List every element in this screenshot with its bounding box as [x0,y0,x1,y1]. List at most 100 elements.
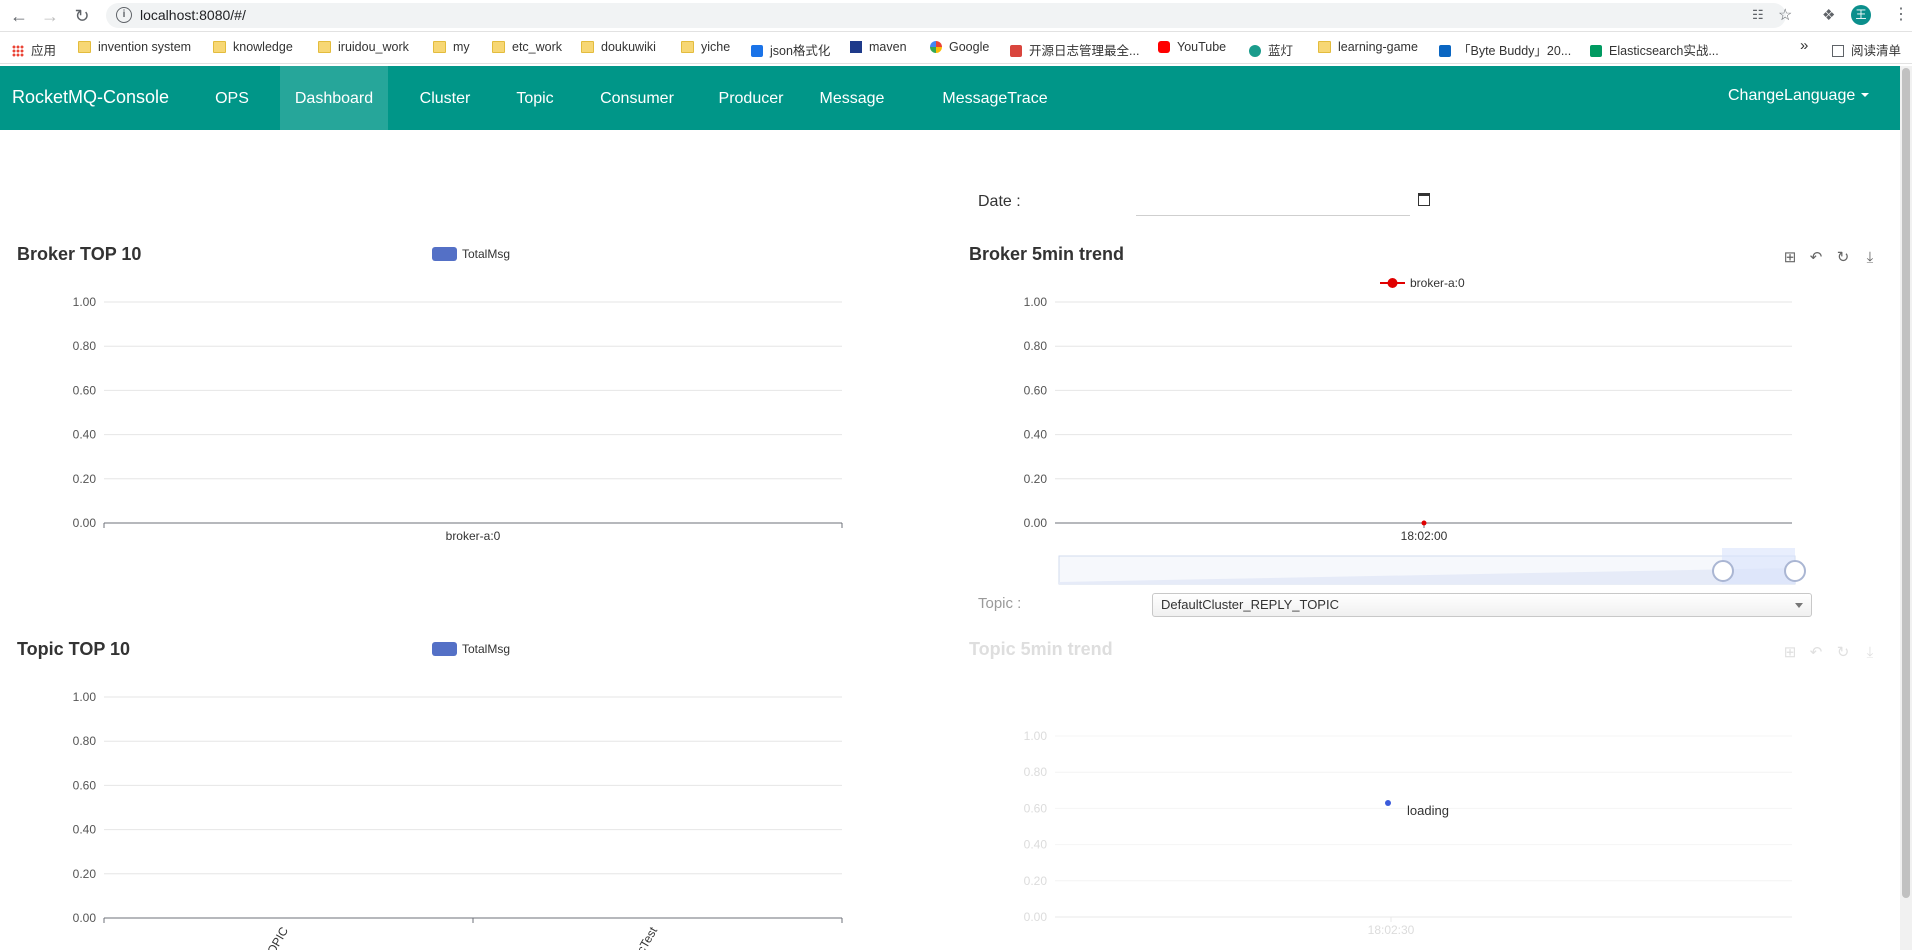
bookmark-item[interactable]: Google [930,40,989,54]
reload-icon[interactable]: ↻ [71,5,93,27]
x-tick-label: 18:02:00 [1401,529,1448,543]
bookmark-label: invention system [98,40,192,54]
y-tick-label: 0.60 [73,383,97,397]
y-tick-label: 1.00 [73,690,97,704]
legend-label: broker-a:0 [1410,276,1465,290]
sf-icon [1590,45,1602,57]
bookmark-item[interactable]: etc_work [492,40,562,54]
y-tick-label: 1.00 [73,295,97,309]
bookmark-item[interactable]: iruidou_work [318,40,409,54]
bookmark-item[interactable]: doukuwiki [581,40,656,54]
folder-icon [1318,41,1331,53]
y-tick-label: 0.80 [73,339,97,353]
y-tick-label: 0.60 [1024,801,1048,815]
bookmark-item[interactable]: maven [850,40,907,54]
scrollbar-thumb[interactable] [1902,68,1910,898]
bookmark-label: 开源日志管理最全... [1029,44,1140,58]
url-text[interactable]: localhost:8080/#/ [140,7,246,23]
reading-list-icon [1832,45,1844,57]
bookmark-item[interactable]: Elasticsearch实战... [1590,40,1719,59]
bookmark-item[interactable]: my [433,40,470,54]
bookmark-item[interactable]: invention system [78,40,191,54]
folder-icon [318,41,331,53]
y-tick-label: 0.40 [73,823,97,837]
folder-icon [681,41,694,53]
bookmark-label: 蓝灯 [1268,44,1294,58]
y-tick-label: 0.00 [73,911,97,925]
profile-avatar[interactable]: 王 [1851,5,1871,25]
bookmarks-overflow-icon[interactable]: » [1800,37,1808,54]
reading-list-label: 阅读清单 [1851,44,1902,58]
site-info-icon[interactable]: i [116,7,132,23]
legend-marker [1387,278,1398,288]
bookmark-label: 「Byte Buddy」20... [1458,44,1572,58]
site-icon [1010,45,1022,57]
apps-grid-icon [12,45,24,57]
google-icon [930,41,942,53]
bookmark-label: 应用 [31,44,57,58]
bookmark-item[interactable]: 开源日志管理最全... [1010,40,1139,59]
y-tick-label: 0.80 [1024,339,1048,353]
reading-list-button[interactable]: 阅读清单 [1832,40,1901,59]
folder-icon [213,41,226,53]
y-tick-label: 1.00 [1024,295,1048,309]
loading-text: loading [1407,803,1449,818]
y-tick-label: 0.00 [73,516,97,530]
bookmark-label: doukuwiki [601,40,656,54]
bookmark-label: Google [949,40,990,54]
x-tick-label: OPIC [264,924,291,950]
bookmark-item[interactable]: json格式化 [751,40,830,59]
back-arrow-icon[interactable]: ← [8,5,30,27]
y-tick-label: 0.00 [1024,516,1048,530]
bookmark-label: yiche [701,40,731,54]
data-zoom-window [1722,548,1795,584]
browser-menu-icon[interactable]: ⋮ [1893,4,1909,24]
bookmark-item[interactable]: YouTube [1158,40,1226,54]
x-tick-label: broker-a:0 [446,529,501,543]
line-point [1421,520,1427,526]
extensions-puzzle-icon[interactable]: ❖ [1822,6,1835,24]
bookmark-label: iruidou_work [338,40,409,54]
dashboard-charts: 1.00 0.80 0.60 0.40 0.20 0.00 broker-a:0 TotalM… [73,247,1806,950]
y-tick-label: 1.00 [1024,729,1048,743]
y-tick-label: 0.20 [1024,472,1048,486]
folder-icon [78,41,91,53]
bookmark-label: knowledge [233,40,293,54]
y-tick-label: 0.60 [1024,383,1048,397]
page-scrollbar[interactable] [1900,66,1912,950]
x-tick-label: cTest [634,924,660,950]
url-field[interactable]: i localhost:8080/#/ ☷ ☆ [106,3,1792,28]
youtube-icon [1158,41,1170,53]
bookmark-item[interactable]: 应用 [12,40,56,59]
bookmark-item[interactable]: 「Byte Buddy」20... [1439,40,1571,59]
browser-address-bar: ← → ↻ i localhost:8080/#/ ☷ ☆ ❖ 王 ⋮ [0,0,1912,32]
bookmark-label: YouTube [1177,40,1227,54]
zhihu-icon [1439,45,1451,57]
bookmark-item[interactable]: knowledge [213,40,293,54]
folder-icon [433,41,446,53]
bookmarks-bar: 应用 invention system knowledge iruidou_work m… [0,32,1912,64]
folder-icon [581,41,594,53]
y-tick-label: 0.00 [1024,910,1048,924]
bookmark-label: Elasticsearch实战... [1609,44,1719,58]
bookmark-star-icon[interactable]: ☆ [1778,5,1792,25]
y-tick-label: 0.80 [73,734,97,748]
y-tick-label: 0.60 [73,778,97,792]
forward-arrow-icon[interactable]: → [39,5,61,27]
json-icon [751,45,763,57]
y-tick-label: 0.40 [73,428,97,442]
bookmark-label: json格式化 [770,44,831,58]
bookmark-item[interactable]: yiche [681,40,730,54]
translate-icon[interactable]: ☷ [1752,7,1764,23]
data-zoom-handle-left [1712,560,1734,582]
bookmark-label: etc_work [512,40,563,54]
maven-icon [850,41,862,53]
y-tick-label: 0.40 [1024,428,1048,442]
x-tick-label: 18:02:30 [1368,923,1415,937]
bookmark-item[interactable]: 蓝灯 [1249,40,1293,59]
y-tick-label: 0.80 [1024,765,1048,779]
y-tick-label: 0.40 [1024,838,1048,852]
bookmark-item[interactable]: learning-game [1318,40,1418,54]
data-zoom-handle-right [1784,560,1806,582]
loading-spinner-icon [1385,800,1391,806]
